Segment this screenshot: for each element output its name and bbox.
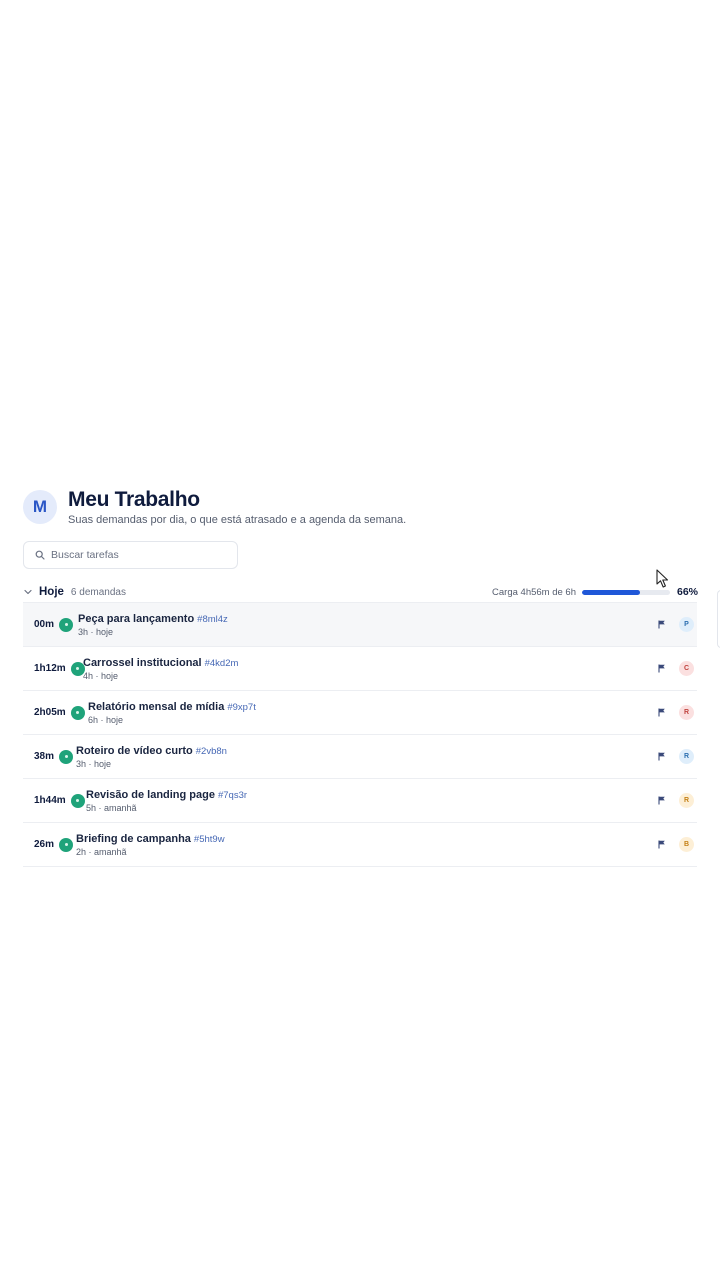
task-body: Roteiro de vídeo curto #2vb8n 3h · hoje bbox=[76, 745, 227, 769]
page-title: Meu Trabalho bbox=[68, 488, 200, 511]
task-time: 00m bbox=[34, 619, 55, 630]
task-body: Carrossel institucional #4kd2m 4h · hoje bbox=[83, 657, 238, 681]
search-input[interactable] bbox=[51, 549, 221, 561]
task-row[interactable]: 1h44m Revisão de landing page #7qs3r 5h … bbox=[23, 779, 697, 823]
group-title: Hoje bbox=[39, 586, 64, 598]
task-time: 1h44m bbox=[34, 795, 66, 806]
status-icon[interactable] bbox=[59, 837, 74, 852]
flag-icon[interactable] bbox=[658, 796, 666, 805]
task-title[interactable]: Roteiro de vídeo curto bbox=[76, 745, 193, 757]
task-body: Briefing de campanha #5ht9w 2h · amanhã bbox=[76, 833, 225, 857]
task-meta: 6h · hoje bbox=[88, 714, 124, 725]
task-body: Relatório mensal de mídia #9xp7t 6h · ho… bbox=[88, 701, 256, 725]
search-icon bbox=[35, 550, 45, 560]
task-title-line: Briefing de campanha #5ht9w bbox=[76, 833, 225, 845]
task-title-line: Carrossel institucional #4kd2m bbox=[83, 657, 238, 669]
task-meta: 4h · hoje bbox=[83, 670, 119, 681]
status-icon[interactable] bbox=[59, 617, 74, 632]
task-body: Revisão de landing page #7qs3r 5h · aman… bbox=[86, 789, 247, 813]
task-row[interactable]: 00m Peça para lançamento #8ml4z 3h · hoj… bbox=[23, 602, 697, 647]
workload-progress-bar bbox=[582, 589, 670, 595]
page-subtitle: Suas demandas por dia, o que está atrasa… bbox=[68, 514, 407, 526]
assignee-avatar[interactable]: B bbox=[679, 837, 694, 852]
mouse-cursor-icon bbox=[656, 569, 669, 588]
task-time: 1h12m bbox=[34, 663, 66, 674]
task-time: 38m bbox=[34, 751, 55, 762]
task-title-line: Peça para lançamento #8ml4z bbox=[78, 613, 228, 625]
my-work-page: M Meu Trabalho Suas demandas por dia, o … bbox=[0, 0, 720, 1280]
task-id: #9xp7t bbox=[227, 701, 256, 713]
flag-icon[interactable] bbox=[658, 840, 666, 849]
task-row[interactable]: 1h12m Carrossel institucional #4kd2m 4h … bbox=[23, 647, 697, 691]
user-avatar[interactable]: M bbox=[23, 490, 57, 524]
assignee-avatar[interactable]: R bbox=[679, 793, 694, 808]
assignee-avatar[interactable]: R bbox=[679, 749, 694, 764]
page-header: M Meu Trabalho Suas demandas por dia, o … bbox=[23, 489, 406, 526]
task-title-line: Relatório mensal de mídia #9xp7t bbox=[88, 701, 256, 713]
status-icon[interactable] bbox=[70, 793, 85, 808]
status-icon[interactable] bbox=[59, 749, 74, 764]
task-title-line: Roteiro de vídeo curto #2vb8n bbox=[76, 745, 227, 757]
task-meta: 2h · amanhã bbox=[76, 846, 127, 857]
task-title[interactable]: Carrossel institucional bbox=[83, 657, 202, 669]
task-meta: 5h · amanhã bbox=[86, 802, 137, 813]
status-icon[interactable] bbox=[70, 705, 85, 720]
task-title[interactable]: Relatório mensal de mídia bbox=[88, 701, 224, 713]
task-row[interactable]: 38m Roteiro de vídeo curto #2vb8n 3h · h… bbox=[23, 735, 697, 779]
task-id: #4kd2m bbox=[204, 657, 239, 669]
task-id: #5ht9w bbox=[193, 833, 225, 845]
chevron-down-icon[interactable] bbox=[23, 587, 33, 597]
group-count: 6 demandas bbox=[70, 586, 126, 598]
task-id: #7qs3r bbox=[217, 789, 248, 801]
assignee-avatar[interactable]: P bbox=[679, 617, 694, 632]
task-title-line: Revisão de landing page #7qs3r bbox=[86, 789, 247, 801]
task-title[interactable]: Peça para lançamento bbox=[78, 613, 194, 625]
flag-icon[interactable] bbox=[658, 664, 666, 673]
workload-label: Carga 4h56m de 6h bbox=[492, 586, 576, 598]
search-box[interactable] bbox=[23, 541, 238, 569]
workload-progress-fill bbox=[582, 589, 641, 595]
task-meta: 3h · hoje bbox=[78, 626, 114, 637]
task-row[interactable]: 2h05m Relatório mensal de mídia #9xp7t 6… bbox=[23, 691, 697, 735]
task-meta: 3h · hoje bbox=[76, 758, 112, 769]
task-time: 2h05m bbox=[34, 707, 66, 718]
flag-icon[interactable] bbox=[658, 708, 666, 717]
task-time: 26m bbox=[34, 839, 55, 850]
assignee-avatar[interactable]: R bbox=[679, 705, 694, 720]
task-row[interactable]: 26m Briefing de campanha #5ht9w 2h · ama… bbox=[23, 823, 697, 867]
task-title[interactable]: Briefing de campanha bbox=[76, 833, 191, 845]
task-body: Peça para lançamento #8ml4z 3h · hoje bbox=[78, 613, 228, 637]
task-id: #2vb8n bbox=[195, 745, 227, 757]
flag-icon[interactable] bbox=[658, 620, 666, 629]
group-header-hoje[interactable]: Hoje 6 demandas Carga 4h56m de 6h 66% bbox=[23, 584, 698, 600]
header-text: Meu Trabalho Suas demandas por dia, o qu… bbox=[68, 488, 407, 527]
task-id: #8ml4z bbox=[197, 613, 228, 625]
flag-icon[interactable] bbox=[658, 752, 666, 761]
task-title[interactable]: Revisão de landing page bbox=[86, 789, 215, 801]
task-list: 00m Peça para lançamento #8ml4z 3h · hoj… bbox=[23, 602, 697, 867]
assignee-avatar[interactable]: C bbox=[679, 661, 694, 676]
workload-percent: 66% bbox=[677, 586, 699, 598]
